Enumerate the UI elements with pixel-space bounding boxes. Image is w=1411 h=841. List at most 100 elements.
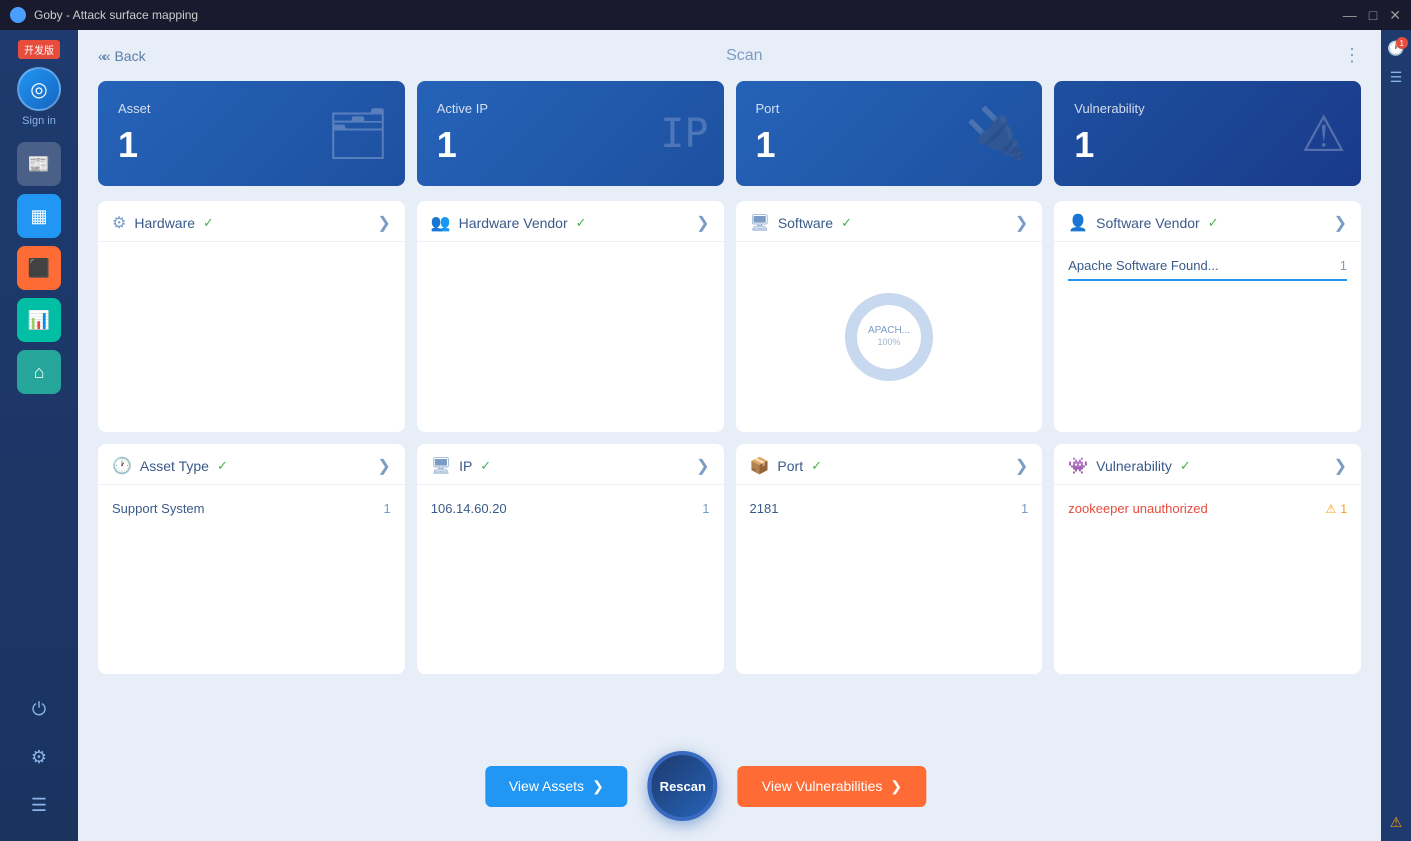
sign-in-label[interactable]: Sign in	[22, 115, 56, 127]
sidebar-menu-button[interactable]: ☰	[17, 783, 61, 827]
vulnerability-count: 1	[1340, 502, 1347, 516]
stat-card-ip[interactable]: Active IP 1 IP	[417, 81, 724, 186]
titlebar-left: Goby - Attack surface mapping	[10, 7, 198, 23]
software-vendor-title: Software Vendor	[1096, 215, 1200, 231]
vulnerability-title: Vulnerability	[1096, 458, 1172, 474]
sidebar-item-targets[interactable]: ⬛	[17, 246, 61, 290]
close-button[interactable]: ✕	[1389, 7, 1401, 24]
hardware-icon: ⚙	[112, 213, 126, 233]
view-assets-button[interactable]: View Assets ❯	[485, 766, 628, 807]
asset-type-nav-button[interactable]: ❯	[377, 456, 390, 476]
right-warning-icon: ⚠	[1390, 814, 1403, 831]
ip-address: 106.14.60.20	[431, 501, 507, 516]
maximize-button[interactable]: □	[1369, 7, 1377, 24]
news-icon: 📰	[28, 154, 50, 175]
software-vendor-panel: 👤 Software Vendor ✓ ❯ Apache Software Fo…	[1054, 201, 1361, 432]
stat-card-vulnerability[interactable]: Vulnerability 1 ⚠	[1054, 81, 1361, 186]
port-number: 2181	[750, 501, 779, 516]
sidebar-item-news[interactable]: 📰	[17, 142, 61, 186]
targets-icon: ⬛	[28, 258, 50, 279]
ip-panel-header: 🖥 IP ✓ ❯	[417, 444, 724, 485]
view-vulnerabilities-button[interactable]: View Vulnerabilities ❯	[738, 766, 926, 807]
hardware-nav-button[interactable]: ❯	[377, 213, 390, 233]
vulnerability-value: 1	[1074, 124, 1094, 166]
hardware-title: Hardware	[134, 215, 195, 231]
minimize-button[interactable]: —	[1343, 7, 1357, 24]
donut-label: APACH...	[868, 325, 910, 336]
action-bar: View Assets ❯ Rescan View Vulnerabilitie…	[485, 751, 926, 821]
vulnerability-icon: ⚠	[1301, 105, 1346, 163]
list-item: 106.14.60.20 1	[431, 495, 710, 522]
hardware-panel-header: ⚙ Hardware ✓ ❯	[98, 201, 405, 242]
hardware-vendor-header: 👥 Hardware Vendor ✓ ❯	[417, 201, 724, 242]
back-button[interactable]: « « Back	[98, 48, 146, 64]
asset-label: Asset	[118, 101, 151, 116]
donut-container: APACH... 100%	[750, 252, 1029, 422]
view-assets-label: View Assets	[509, 778, 584, 794]
right-list-icon[interactable]: ☰	[1390, 69, 1403, 86]
ip-check-icon: ✓	[480, 458, 491, 474]
more-button[interactable]: ⋮	[1343, 45, 1361, 66]
titlebar-controls: — □ ✕	[1343, 7, 1401, 24]
software-panel-header: 🖥 Software ✓ ❯	[736, 201, 1043, 242]
port-label: Port	[756, 101, 780, 116]
warning-triangle-icon: ⚠	[1326, 502, 1337, 516]
asset-type-value: 1	[384, 501, 391, 516]
active-ip-value: 1	[437, 124, 457, 166]
port-body: 2181 1	[736, 485, 1043, 532]
software-nav-button[interactable]: ❯	[1015, 213, 1028, 233]
software-title: Software	[778, 215, 833, 231]
sidebar-logo-button[interactable]: ◎	[17, 67, 61, 111]
stat-card-port[interactable]: Port 1 🔌	[736, 81, 1043, 186]
sidebar-item-home[interactable]: ⌂	[17, 350, 61, 394]
vulnerability-nav-button[interactable]: ❯	[1334, 456, 1347, 476]
asset-type-header: 🕐 Asset Type ✓ ❯	[98, 444, 405, 485]
rescan-button[interactable]: Rescan	[648, 751, 718, 821]
vulnerability-check-icon: ✓	[1180, 458, 1191, 474]
list-icon: ☰	[1390, 69, 1403, 85]
software-vendor-nav-button[interactable]: ❯	[1334, 213, 1347, 233]
hardware-vendor-title: Hardware Vendor	[459, 215, 568, 231]
vulnerability-label: Vulnerability	[1074, 101, 1144, 116]
port-panel-header: 📦 Port ✓ ❯	[736, 444, 1043, 485]
port-panel: 📦 Port ✓ ❯ 2181 1	[736, 444, 1043, 674]
hardware-panel: ⚙ Hardware ✓ ❯	[98, 201, 405, 432]
port-nav-button[interactable]: ❯	[1015, 456, 1028, 476]
hardware-vendor-icon: 👥	[431, 213, 451, 233]
header: « « Back Scan ⋮	[98, 45, 1361, 66]
list-item: Support System 1	[112, 495, 391, 522]
software-vendor-header: 👤 Software Vendor ✓ ❯	[1054, 201, 1361, 242]
view-assets-arrow-icon: ❯	[592, 778, 604, 795]
right-history-icon[interactable]: 🕐 1	[1387, 40, 1404, 57]
ip-title: IP	[459, 458, 472, 474]
scan-icon: ▦	[30, 206, 47, 227]
sidebar-power-button[interactable]: ⏻	[17, 687, 61, 731]
hardware-vendor-nav-button[interactable]: ❯	[696, 213, 709, 233]
vendor-name: Apache Software Found...	[1068, 258, 1218, 273]
asset-icon: 🗂	[326, 104, 389, 163]
vulnerability-body: zookeeper unauthorized ⚠ 1	[1054, 485, 1361, 532]
software-title-area: 🖥 Software ✓	[750, 213, 852, 233]
asset-type-name: Support System	[112, 501, 205, 516]
asset-value: 1	[118, 124, 138, 166]
sidebar-item-scan[interactable]: ▦	[17, 194, 61, 238]
asset-type-body: Support System 1	[98, 485, 405, 532]
port-value: 1	[756, 124, 776, 166]
port-check-icon: ✓	[811, 458, 822, 474]
hardware-title-area: ⚙ Hardware ✓	[112, 213, 214, 233]
hardware-body	[98, 242, 405, 262]
vulnerability-panel-header: 👾 Vulnerability ✓ ❯	[1054, 444, 1361, 485]
dev-badge[interactable]: 开发版	[18, 40, 60, 59]
right-sidebar: 🕐 1 ☰ ⚠	[1381, 30, 1411, 841]
software-panel: 🖥 Software ✓ ❯ APACH... 100%	[736, 201, 1043, 432]
list-item: zookeeper unauthorized ⚠ 1	[1068, 495, 1347, 522]
sidebar: 开发版 ◎ Sign in 📰 ▦ ⬛ 📊 ⌂ ⏻ ⚙ ☰	[0, 30, 78, 841]
hardware-vendor-title-area: 👥 Hardware Vendor ✓	[431, 213, 587, 233]
donut-chart: APACH... 100%	[839, 287, 939, 387]
stat-card-asset[interactable]: Asset 1 🗂	[98, 81, 405, 186]
vendor-count: 1	[1340, 258, 1347, 273]
ip-nav-button[interactable]: ❯	[696, 456, 709, 476]
stats-row: Asset 1 🗂 Active IP 1 IP Port 1 🔌 Vulner…	[98, 81, 1361, 186]
sidebar-item-reports[interactable]: 📊	[17, 298, 61, 342]
sidebar-settings-button[interactable]: ⚙	[17, 735, 61, 779]
